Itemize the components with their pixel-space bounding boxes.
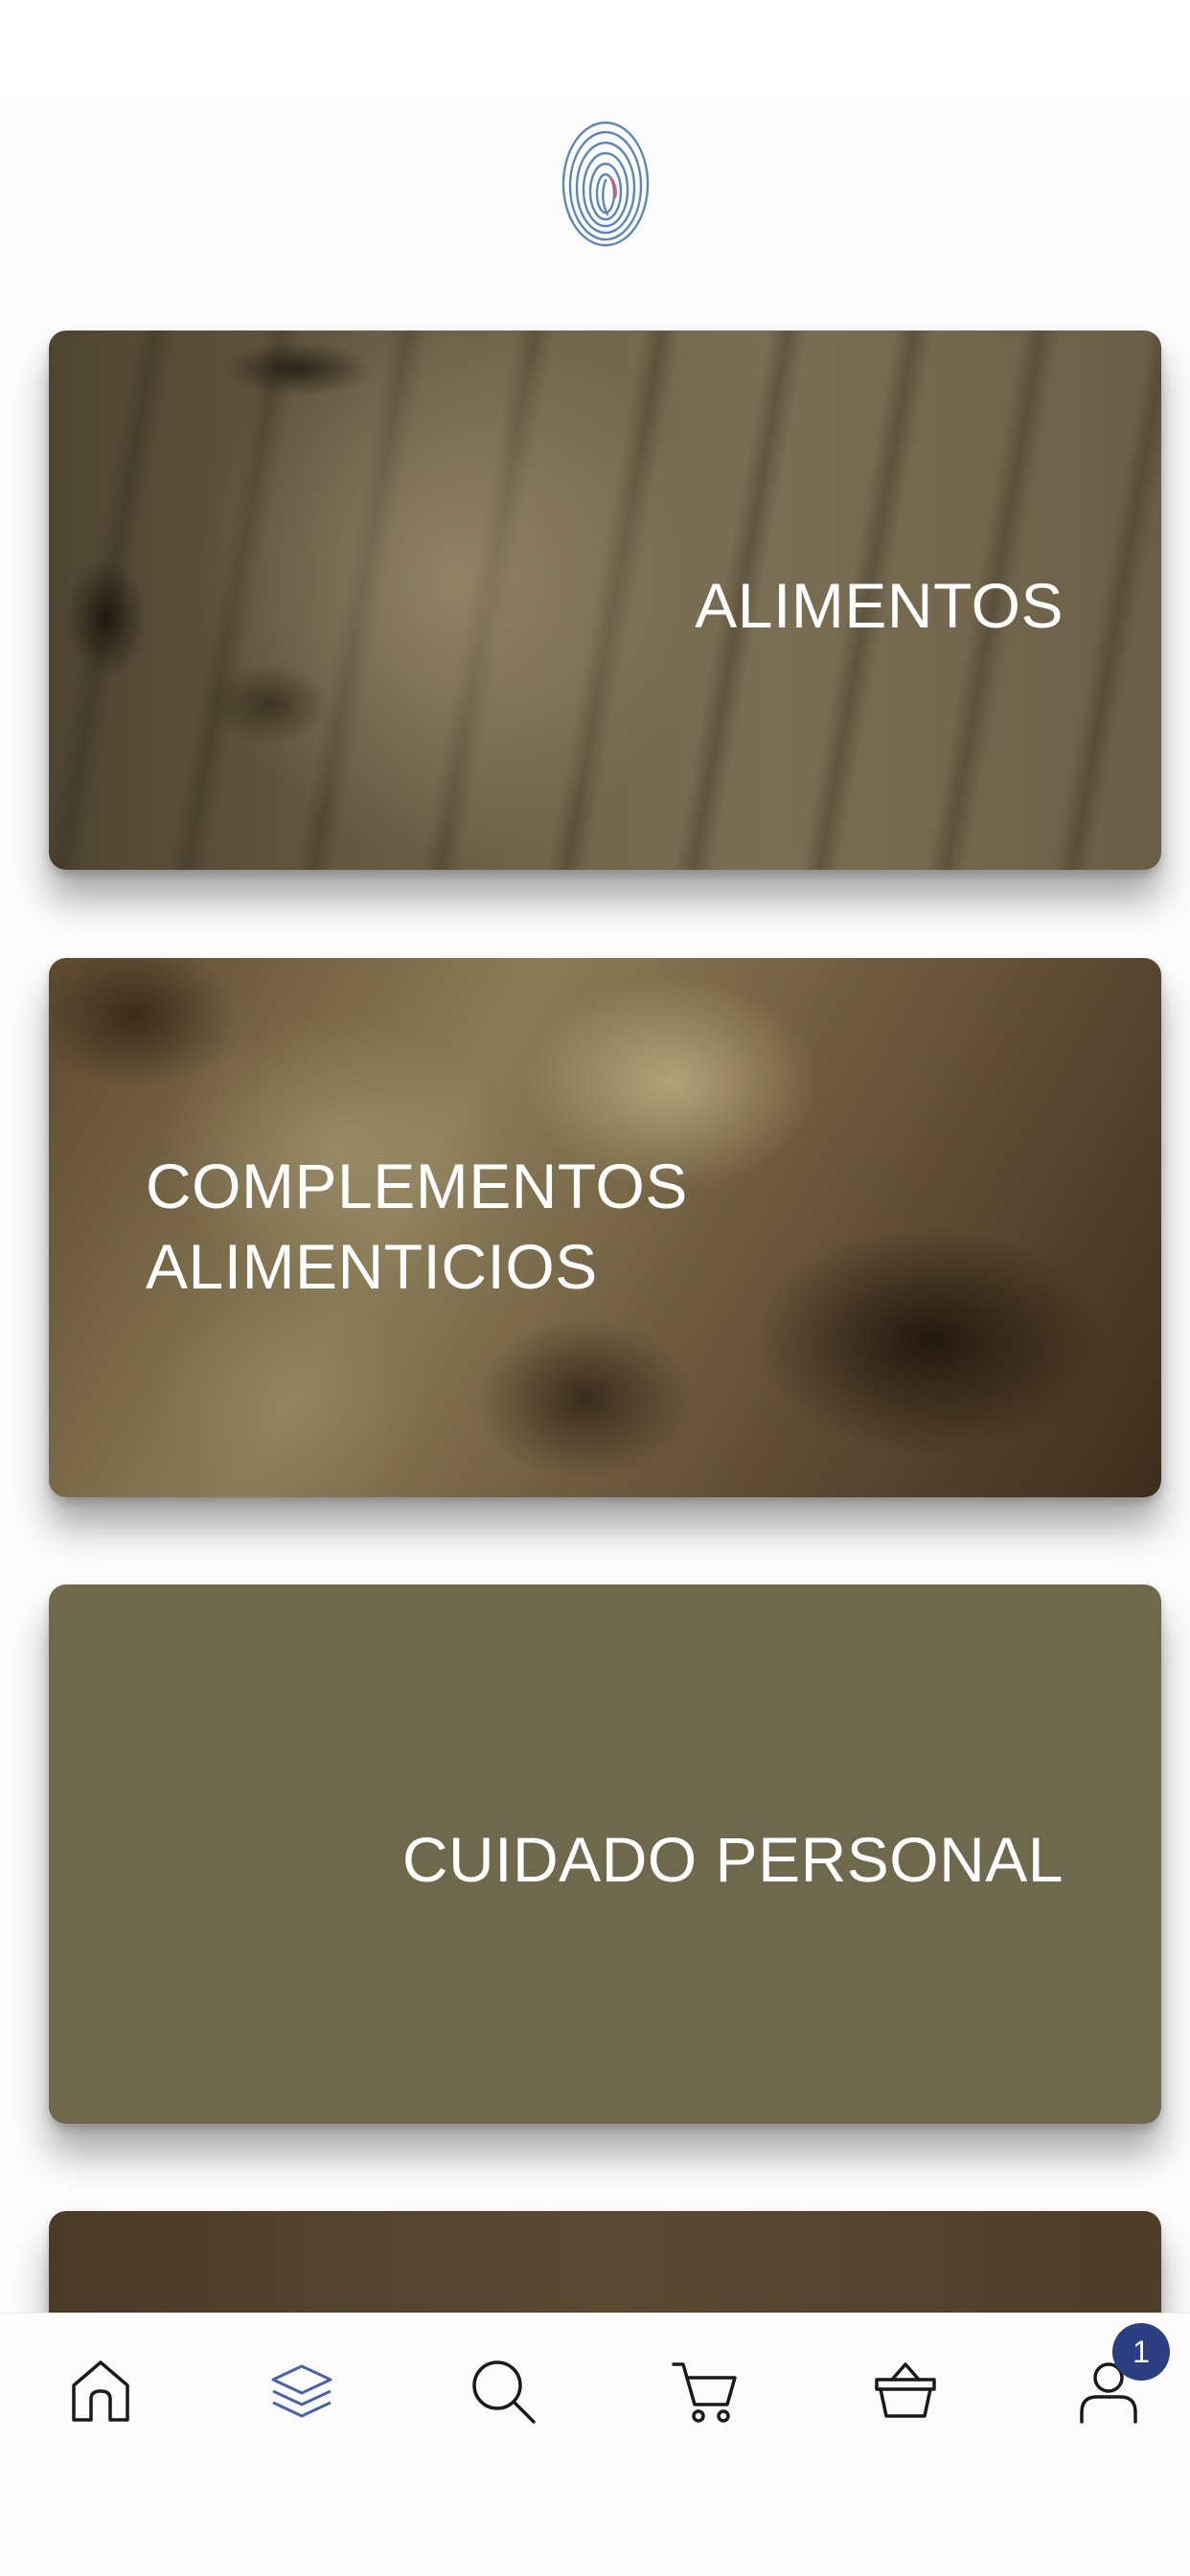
basket-icon	[875, 2362, 936, 2418]
account-notification-badge: 1	[1112, 2323, 1170, 2381]
category-card-cuidado-personal[interactable]: CUIDADO PERSONAL	[49, 1584, 1161, 2124]
tab-basket[interactable]	[862, 2348, 949, 2434]
tab-cart[interactable]	[661, 2348, 747, 2434]
home-icon	[72, 2360, 129, 2422]
search-icon	[472, 2360, 536, 2424]
tab-search[interactable]	[460, 2348, 546, 2434]
fingerprint-logo-icon	[560, 115, 652, 249]
category-label: COMPLEMENTOS ALIMENTICIOS	[146, 1151, 688, 1302]
status-bar-area	[0, 0, 1190, 96]
category-label: CUIDADO PERSONAL	[401, 1824, 1064, 1895]
category-card-alimentos[interactable]: ALIMENTOS	[49, 331, 1161, 870]
cart-icon	[672, 2362, 737, 2423]
layers-icon	[271, 2364, 332, 2418]
category-label: ALIMENTOS	[695, 570, 1064, 641]
category-card-complementos-alimenticios[interactable]: COMPLEMENTOS ALIMENTICIOS	[49, 958, 1161, 1497]
bottom-tab-bar	[0, 2313, 1190, 2576]
tab-categories[interactable]	[259, 2348, 345, 2434]
tab-home[interactable]	[57, 2348, 144, 2434]
